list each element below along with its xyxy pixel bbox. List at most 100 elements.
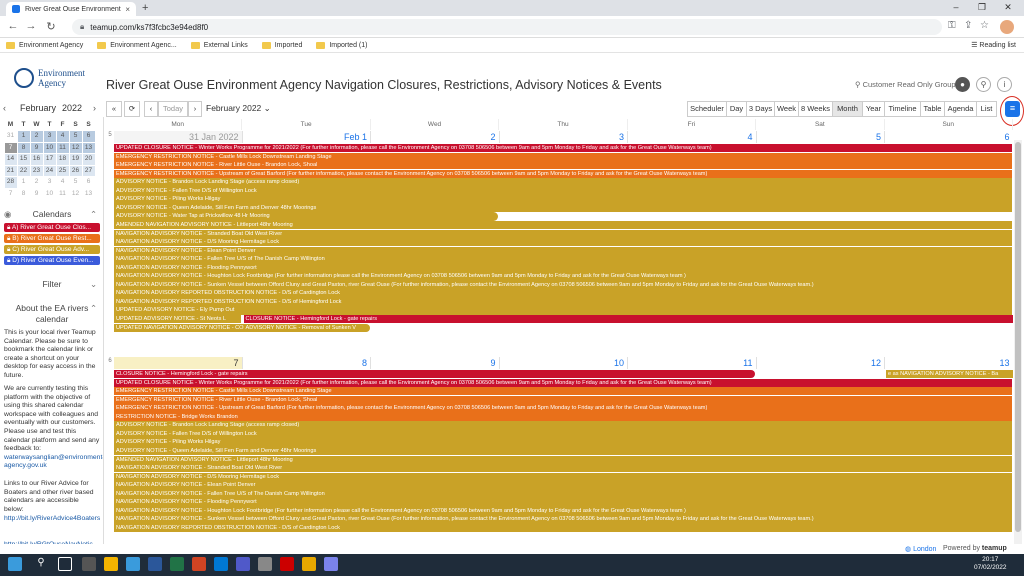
event-bar[interactable]: EMERGENCY RESTRICTION NOTICE - River Lit… [114, 395, 1012, 405]
mini-calendar-day[interactable]: 12 [69, 142, 82, 153]
mini-calendar-day[interactable]: 23 [30, 165, 43, 176]
event-bar[interactable]: UPDATED CLOSURE NOTICE - Winter Works Pr… [114, 144, 1012, 153]
info-icon[interactable]: i [997, 77, 1012, 92]
mini-calendar-day[interactable]: 31 [5, 131, 17, 142]
system-clock[interactable]: 20:17 07/02/2022 [974, 556, 1007, 572]
view-month-button[interactable]: Month [833, 101, 863, 117]
acrobat-taskbar-icon[interactable] [280, 557, 294, 571]
event-bar[interactable]: UPDATED ADVISORY NOTICE - Ely Pump Out [114, 306, 1012, 315]
mini-calendar-day[interactable]: 4 [57, 177, 69, 188]
today-button[interactable]: Today [158, 101, 188, 117]
teams-taskbar-icon[interactable] [236, 557, 250, 571]
mini-calendar-day[interactable]: 1 [18, 177, 30, 188]
star-icon[interactable]: ☆ [980, 20, 989, 31]
event-bar[interactable]: ADVISORY NOTICE - Water Tap at Prickwill… [114, 212, 498, 221]
mini-calendar-day[interactable]: 11 [57, 189, 69, 200]
mini-calendar-day[interactable]: 10 [44, 189, 56, 200]
mini-calendar-day[interactable]: 19 [69, 154, 82, 165]
profile-avatar[interactable] [1000, 20, 1014, 34]
day-number[interactable]: 11 [628, 357, 757, 369]
day-number[interactable]: 13 [885, 357, 1013, 369]
event-bar[interactable]: EMERGENCY RESTRICTION NOTICE - Upstream … [114, 404, 1012, 413]
view-list-button[interactable]: List [977, 101, 997, 117]
day-number[interactable]: 6 [885, 131, 1013, 143]
event-bar[interactable]: ADVISORY NOTICE - Fallen Tree D/S of Wil… [114, 186, 1012, 196]
event-bar[interactable]: NAVIGATION ADVISORY NOTICE - D/S Mooring… [114, 472, 1012, 481]
browser-tab[interactable]: River Great Ouse Environment A × [6, 2, 136, 16]
event-bar[interactable]: NAVIGATION ADVISORY NOTICE - Sunken Vess… [114, 515, 1012, 524]
event-bar[interactable]: ADVISORY NOTICE - Fallen Tree D/S of Wil… [114, 429, 1012, 439]
mini-calendar-day[interactable]: 28 [4, 177, 17, 188]
day-number[interactable]: 8 [243, 357, 371, 369]
back-arrow-icon[interactable]: ← [6, 20, 20, 32]
mini-calendar-day[interactable]: 14 [4, 154, 17, 165]
event-bar[interactable]: ADVISORY NOTICE - Piling Works Hilgay [114, 438, 1012, 447]
task-view-icon[interactable] [58, 557, 72, 571]
view-8-weeks-button[interactable]: 8 Weeks [799, 101, 833, 117]
event-bar[interactable]: UPDATED ADVISORY NOTICE - St Neots L [114, 315, 241, 324]
mini-calendar-day[interactable]: 11 [56, 142, 69, 153]
next-month-icon[interactable]: › [93, 103, 96, 113]
mini-calendar-day[interactable]: 17 [43, 154, 56, 165]
event-bar[interactable]: EMERGENCY RESTRICTION NOTICE - Castle Mi… [114, 387, 1012, 396]
mini-calendar-day[interactable]: 13 [83, 189, 95, 200]
mini-calendar-day[interactable]: 25 [56, 165, 69, 176]
view-agenda-button[interactable]: Agenda [945, 101, 977, 117]
view-table-button[interactable]: Table [921, 101, 945, 117]
event-bar[interactable]: NAVIGATION ADVISORY NOTICE - Elean Point… [114, 246, 1012, 255]
view-week-button[interactable]: Week [775, 101, 799, 117]
event-bar[interactable]: ADVISORY NOTICE - Brandon Lock Landing S… [114, 178, 1012, 187]
mini-calendar-day[interactable]: 5 [70, 177, 82, 188]
mini-calendar-day[interactable]: 6 [82, 131, 95, 142]
mini-calendar-day[interactable]: 16 [30, 154, 43, 165]
view-scheduler-button[interactable]: Scheduler [687, 101, 727, 117]
event-bar[interactable]: EMERGENCY RESTRICTION NOTICE - River Lit… [114, 161, 1012, 170]
day-number[interactable]: 31 Jan 2022 [114, 131, 243, 143]
mini-calendar-day[interactable]: 8 [17, 142, 30, 153]
edge-taskbar-icon[interactable] [126, 557, 140, 571]
view-day-button[interactable]: Day [727, 101, 747, 117]
powerpoint-taskbar-icon[interactable] [192, 557, 206, 571]
event-bar[interactable]: EMERGENCY RESTRICTION NOTICE - Upstream … [114, 169, 1012, 179]
outlook-taskbar-icon[interactable] [214, 557, 228, 571]
day-number[interactable]: 4 [628, 131, 757, 143]
mini-calendar-day[interactable]: 21 [4, 165, 17, 176]
timezone-link[interactable]: ◍ London [905, 545, 936, 553]
view-3-days-button[interactable]: 3 Days [747, 101, 775, 117]
warning-taskbar-icon[interactable] [302, 557, 316, 571]
calendar-item[interactable]: 🔒︎ B) River Great Ouse Rest... [4, 234, 100, 243]
day-number[interactable]: 12 [757, 357, 885, 369]
about-heading[interactable]: About the EA rivers calendar ⌃ [0, 303, 103, 325]
mini-calendar-day[interactable]: 6 [83, 177, 95, 188]
mini-calendar-day[interactable]: 5 [69, 131, 82, 142]
event-bar[interactable]: NAVIGATION ADVISORY NOTICE - D/S Mooring… [114, 238, 1012, 247]
bookmark-item[interactable]: Environment Agency [6, 41, 83, 49]
mini-calendar-day[interactable]: 22 [17, 165, 30, 176]
event-bar[interactable]: NAVIGATION ADVISORY NOTICE - Fallen Tree… [114, 255, 1012, 264]
eye-icon[interactable]: ◉ [4, 209, 11, 220]
day-number[interactable]: 10 [500, 357, 628, 369]
event-bar[interactable]: ADVISORY NOTICE - Queen Adelaide, Sill F… [114, 203, 1012, 213]
river-advice-link[interactable]: http://bit.ly/RiverAdvice4Boaters [4, 515, 100, 524]
calendar-item[interactable]: 🔒︎ D) River Great Ouse Even... [4, 256, 100, 265]
excel-taskbar-icon[interactable] [170, 557, 184, 571]
mini-calendar-day[interactable]: 18 [56, 154, 69, 165]
bookmark-item[interactable]: Imported [261, 41, 302, 49]
calendar-item[interactable]: 🔒︎ A) River Great Ouse Clos... [4, 223, 100, 232]
mini-calendar-day[interactable]: 4 [56, 131, 69, 142]
event-bar[interactable]: NAVIGATION ADVISORY NOTICE - Flooding Pe… [114, 263, 1012, 273]
period-selector[interactable]: February 2022 ⌄ [206, 103, 271, 114]
minimize-window-button[interactable]: – [944, 2, 968, 12]
scrollbar-thumb[interactable] [1015, 142, 1021, 532]
mini-calendar-day[interactable]: 9 [31, 189, 43, 200]
forward-arrow-icon[interactable]: → [24, 20, 38, 32]
share-icon[interactable]: ⇪ [964, 20, 972, 31]
event-bar[interactable]: ADVISORY NOTICE - Removal of Sunken V [243, 323, 370, 332]
event-bar[interactable]: ADVISORY NOTICE - Queen Adelaide, Sill F… [114, 446, 1012, 456]
view-timeline-button[interactable]: Timeline [885, 101, 921, 117]
bookmark-item[interactable]: Environment Agenc... [97, 41, 177, 49]
mini-calendar-day[interactable]: 27 [82, 165, 95, 176]
mini-calendar-day[interactable]: 3 [43, 131, 56, 142]
menu-icon[interactable]: ≡ [1005, 101, 1020, 117]
event-bar[interactable]: ADVISORY NOTICE - Piling Works Hilgay [114, 195, 1012, 204]
